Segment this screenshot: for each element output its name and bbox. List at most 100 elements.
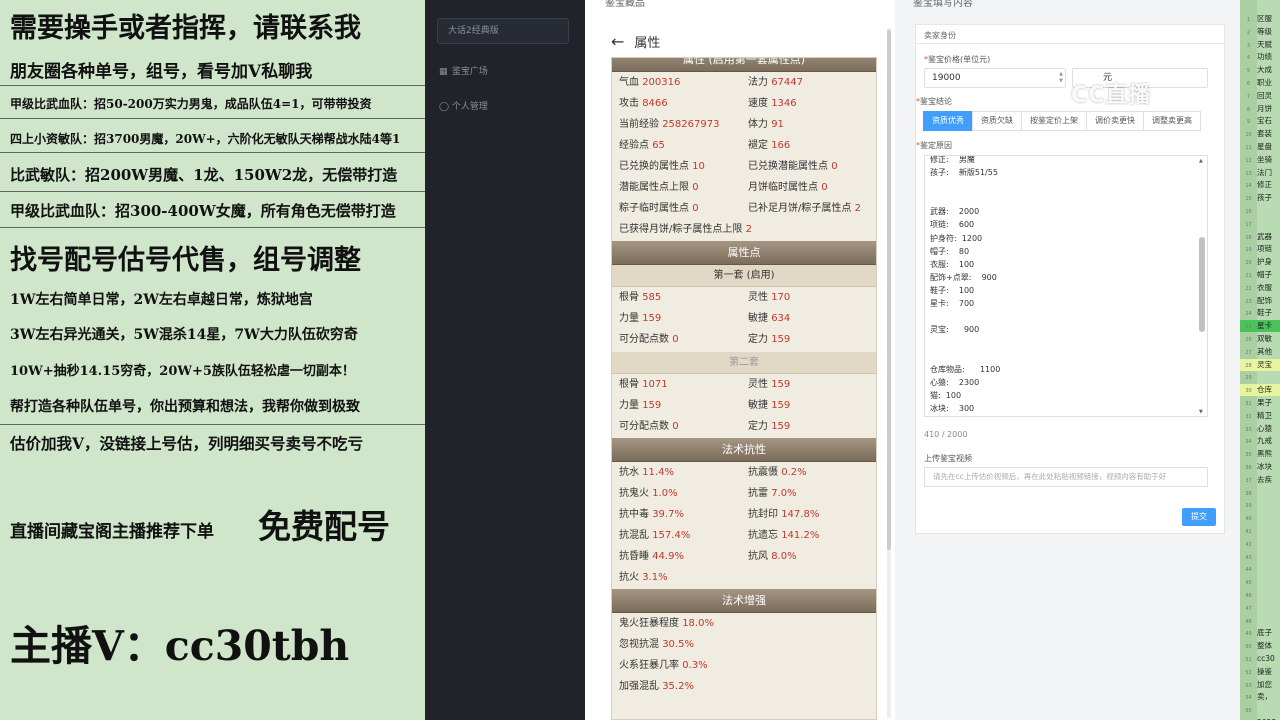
attr-label: 法力	[748, 77, 768, 88]
arrow-left-icon: ←	[611, 32, 625, 51]
scrollbar-thumb[interactable]	[1199, 237, 1205, 332]
attr-value: 7.0%	[771, 488, 797, 499]
table-row: 可分配点数 0 定力 159	[612, 329, 876, 350]
set-header: 第二套	[612, 352, 876, 374]
attr-label: 气血	[619, 77, 639, 88]
line-number: 3	[1246, 42, 1251, 49]
boost-rows: 鬼火狂暴程度 18.0% 忽视抗混 30.5% 火系狂暴几率 0.3% 加强混乱 35…	[612, 613, 876, 697]
attr-label: 已兑换的属性点	[619, 161, 689, 172]
notes-line-text: 武器	[1257, 231, 1272, 241]
line-number: 16	[1245, 209, 1252, 215]
submit-button[interactable]: 提交	[1182, 508, 1216, 526]
attr-label: 力量	[619, 400, 639, 411]
notes-line-text: 底子	[1257, 628, 1272, 638]
attr-value: 141.2%	[781, 530, 820, 541]
attr-value: 1071	[642, 379, 668, 390]
notes-line-text: 冰块	[1257, 462, 1272, 471]
server-select[interactable]: 大话2经典版	[437, 18, 569, 44]
nav-item-appraisal-square[interactable]: ▦ 鉴宝广场	[439, 64, 488, 77]
conclusion-tab[interactable]: 调整卖更高	[1143, 111, 1201, 131]
conclusion-tab[interactable]: 资质优秀	[923, 111, 973, 131]
attr-label: 可分配点数	[619, 334, 669, 345]
attr-label: 速度	[748, 98, 768, 109]
notes-line: 24 鞋子	[1240, 307, 1280, 319]
attr-value: 30.5%	[662, 639, 694, 650]
notes-line-text: 套装	[1257, 129, 1272, 139]
attr-label: 抗鬼火	[619, 488, 649, 499]
attr-value: 65	[652, 140, 665, 151]
attr-value: 0.3%	[682, 660, 708, 671]
line-number: 33	[1245, 426, 1252, 433]
notes-line: 16	[1240, 205, 1280, 217]
price-input[interactable]: 19000 ▲ ▼	[924, 68, 1066, 88]
line-number: 11	[1245, 145, 1252, 151]
video-link-input[interactable]: 请先在cc上传估价视频后，再在此处粘贴视频链接，视频内容有助于好	[924, 467, 1208, 487]
line-number: 9	[1246, 119, 1251, 126]
notes-line-text: 精卫	[1257, 410, 1272, 420]
spinner-icon[interactable]: ▲ ▼	[1059, 71, 1063, 85]
notes-line-text: 整体	[1257, 641, 1272, 651]
set2-rows: 根骨 1071 灵性 159 力量 159 敏捷 159 可分配点数 0 定力 159	[612, 374, 876, 437]
table-row: 抗鬼火 1.0% 抗雷 7.0%	[612, 483, 876, 504]
line-number: 27	[1245, 349, 1252, 356]
attr-label: 抗风	[748, 551, 768, 562]
attr-value: 159	[642, 400, 662, 411]
attr-label: 敏捷	[748, 313, 768, 324]
notes-line-text: 职业	[1257, 78, 1272, 87]
conclusion-tab[interactable]: 调价卖更快	[1086, 111, 1144, 131]
line-number: 20	[1245, 260, 1252, 267]
attr-value: 159	[771, 421, 791, 432]
divider	[0, 424, 425, 425]
table-row: 攻击 8466 速度 1346	[612, 93, 876, 114]
notes-line: 28 灵宝	[1240, 358, 1280, 371]
divider	[916, 43, 1226, 44]
attr-cell: 当前经验 258267973	[612, 114, 741, 135]
attr-value: 0	[821, 182, 828, 193]
back-button[interactable]: ← 属性	[611, 32, 660, 51]
attr-label: 抗混乱	[619, 530, 649, 541]
notes-line-text: 操鉴	[1257, 666, 1272, 676]
notes-line-text: 九戒	[1257, 436, 1272, 446]
line-number: 34	[1245, 439, 1252, 446]
notes-line: 32 精卫	[1240, 410, 1280, 422]
notes-line: 12 坐骑	[1240, 154, 1280, 166]
notes-line: 13 法门	[1240, 167, 1280, 179]
side-notes: 1 区服 2 等级 3 天赋 4 功绩 5 大成 6 职业 7 回灵 8 月饼 9 宝石 10 套装 11 星盘 12 坐骑 1…	[1240, 0, 1280, 720]
nav-item-personal[interactable]: ◯ 个人管理	[439, 99, 488, 112]
notes-line: 7 回灵	[1240, 90, 1280, 102]
table-row: 火系狂暴几率 0.3%	[612, 655, 876, 676]
notes-line: 1 区服	[1240, 13, 1280, 25]
conclusion-tab[interactable]: 资质欠缺	[972, 111, 1022, 131]
table-row: 气血 200316 法力 67447	[612, 72, 876, 93]
price-label: *鉴宝价格(单位元)	[924, 55, 991, 64]
attr-value: 10	[692, 161, 705, 172]
scrollbar[interactable]: ▲ ▼	[1199, 158, 1205, 415]
reason-textarea[interactable]: 修正: 男魔 孩子: 新版51/55 武器: 2000 项链: 600 护身符:…	[924, 155, 1208, 417]
notes-line-text: 坐骑	[1257, 154, 1272, 164]
attr-value: 91	[771, 119, 784, 130]
attr-label: 经验点	[619, 140, 649, 151]
notes-line-text: 星盘	[1257, 142, 1272, 151]
table-row: 已兑换的属性点 10 已兑换潜能属性点 0	[612, 156, 876, 177]
scroll-down-icon[interactable]: ▼	[1199, 409, 1203, 415]
conclusion-tab[interactable]: 按鉴定价上架	[1021, 111, 1087, 131]
attr-label: 已兑换潜能属性点	[748, 161, 828, 172]
line-number: 12	[1245, 157, 1252, 164]
attr-cell: 加强混乱 35.2%	[612, 676, 876, 697]
attr-label: 抗昏睡	[619, 551, 649, 562]
attr-value: 0	[672, 334, 679, 345]
scrollbar[interactable]	[887, 28, 891, 718]
attr-value: 634	[771, 313, 791, 324]
attr-label: 粽子临时属性点	[619, 203, 689, 214]
conclusion-label: *鉴宝结论	[916, 97, 952, 106]
attr-value: 2	[854, 203, 861, 214]
scrollbar-thumb[interactable]	[887, 30, 891, 550]
attr-cell: 抗封印 147.8%	[741, 504, 870, 525]
line-number: 8	[1246, 106, 1251, 113]
line-number: 51	[1245, 657, 1252, 663]
attr-value: 8.0%	[771, 551, 797, 562]
notes-line-text: 黑熊	[1257, 449, 1272, 459]
promo-line: 需要操手或者指挥，请联系我	[10, 13, 361, 44]
attr-cell: 已兑换潜能属性点 0	[741, 156, 870, 177]
scroll-up-icon[interactable]: ▲	[1199, 158, 1203, 164]
